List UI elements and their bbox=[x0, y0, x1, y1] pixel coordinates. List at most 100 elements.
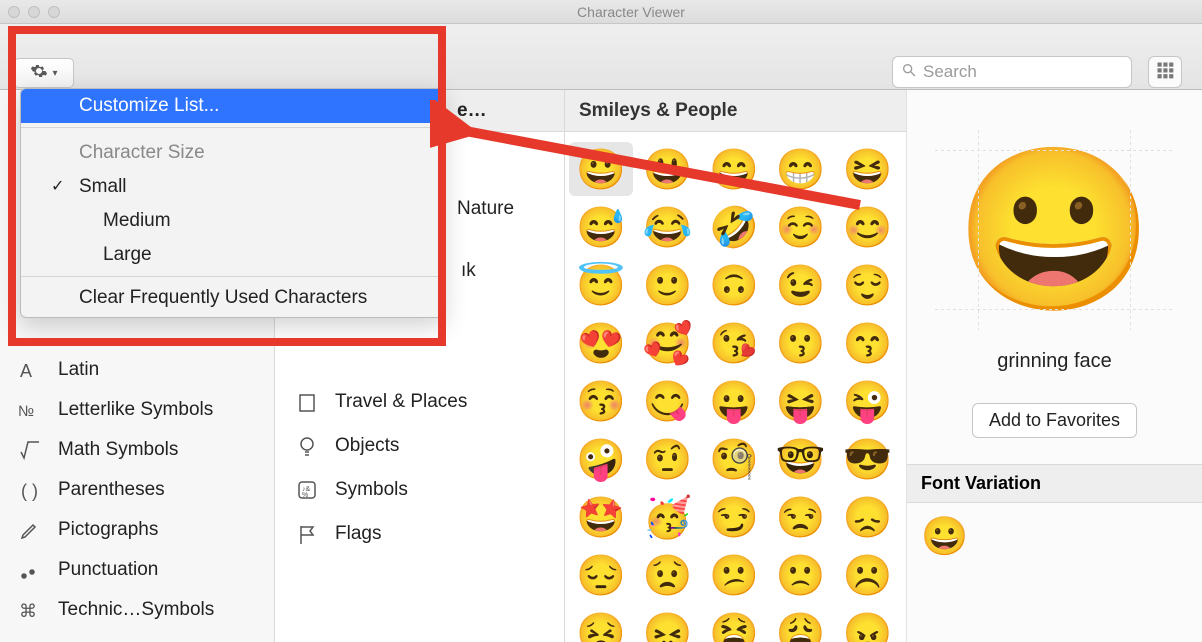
preview-glyph: 😀 bbox=[955, 150, 1154, 310]
emoji-cell[interactable]: 😂 bbox=[636, 200, 700, 254]
font-variation-glyph[interactable]: 😀 bbox=[907, 503, 1202, 571]
emoji-cell[interactable]: 😗 bbox=[769, 316, 833, 370]
svg-text:№: № bbox=[18, 403, 34, 420]
gear-icon bbox=[30, 62, 48, 85]
sidebar-item-technical[interactable]: ⌘ Technic…Symbols bbox=[0, 590, 274, 630]
emoji-cell[interactable]: 😙 bbox=[835, 316, 899, 370]
sidebar-item-punctuation[interactable]: Punctuation bbox=[0, 550, 274, 590]
sidebar-item-latin[interactable]: A Latin bbox=[0, 350, 274, 390]
emoji-cell[interactable]: 🙂 bbox=[636, 258, 700, 312]
emoji-cell[interactable]: 🤪 bbox=[569, 432, 633, 486]
numero-icon: № bbox=[16, 396, 44, 424]
subcategory-flags[interactable]: Flags bbox=[275, 512, 564, 556]
emoji-cell[interactable]: 🤓 bbox=[769, 432, 833, 486]
settings-menu: Customize List... Character Size ✓ Small… bbox=[20, 88, 444, 318]
menu-separator bbox=[21, 276, 443, 277]
dots-icon bbox=[16, 556, 44, 584]
emoji-cell[interactable]: 😞 bbox=[835, 490, 899, 544]
menu-item-medium[interactable]: Medium bbox=[21, 204, 443, 238]
subcategory-label: Objects bbox=[335, 435, 399, 457]
subcategory-travel[interactable]: Travel & Places bbox=[275, 380, 564, 424]
emoji-cell[interactable]: 🙃 bbox=[702, 258, 766, 312]
window-title: Character Viewer bbox=[68, 4, 1194, 20]
emoji-cell[interactable]: 😝 bbox=[769, 374, 833, 428]
search-icon bbox=[901, 62, 917, 83]
header-fragment: e… bbox=[457, 100, 487, 122]
sqrt-icon bbox=[16, 436, 44, 464]
emoji-cell[interactable]: 😇 bbox=[569, 258, 633, 312]
character-name: grinning face bbox=[997, 350, 1112, 373]
emoji-cell[interactable]: 😏 bbox=[702, 490, 766, 544]
emoji-cell[interactable]: 😃 bbox=[636, 142, 700, 196]
settings-menu-button[interactable]: ▾ bbox=[14, 58, 74, 88]
menu-item-small[interactable]: ✓ Small bbox=[21, 170, 443, 204]
symbols-icon: ♪&% bbox=[293, 476, 321, 504]
emoji-cell[interactable]: 🥰 bbox=[636, 316, 700, 370]
minimize-window[interactable] bbox=[28, 6, 40, 18]
svg-text:%: % bbox=[302, 492, 308, 499]
emoji-cell[interactable]: 😍 bbox=[569, 316, 633, 370]
emoji-cell[interactable]: 😩 bbox=[769, 606, 833, 642]
menu-item-large[interactable]: Large bbox=[21, 238, 443, 272]
toggle-compact-button[interactable] bbox=[1148, 56, 1182, 88]
emoji-cell[interactable]: 😉 bbox=[769, 258, 833, 312]
emoji-cell[interactable]: 😛 bbox=[702, 374, 766, 428]
sidebar-item-math[interactable]: Math Symbols bbox=[0, 430, 274, 470]
zoom-window[interactable] bbox=[48, 6, 60, 18]
sidebar-item-label: Latin bbox=[58, 359, 99, 381]
subcategory-objects[interactable]: Objects bbox=[275, 424, 564, 468]
add-to-favorites-button[interactable]: Add to Favorites bbox=[972, 403, 1137, 438]
emoji-cell[interactable]: 😄 bbox=[702, 142, 766, 196]
emoji-cell[interactable]: 😕 bbox=[702, 548, 766, 602]
emoji-cell[interactable]: 😜 bbox=[835, 374, 899, 428]
emoji-cell[interactable]: ☺️ bbox=[769, 200, 833, 254]
emoji-cell[interactable]: 🤩 bbox=[569, 490, 633, 544]
emoji-cell[interactable]: 😀 bbox=[569, 142, 633, 196]
emoji-cell[interactable]: 😠 bbox=[835, 606, 899, 642]
emoji-cell[interactable]: 😟 bbox=[636, 548, 700, 602]
emoji-cell[interactable]: 😎 bbox=[835, 432, 899, 486]
emoji-cell[interactable]: ☹️ bbox=[835, 548, 899, 602]
subcategory-label: Flags bbox=[335, 523, 381, 545]
sidebar-item-label: Technic…Symbols bbox=[58, 599, 214, 621]
search-field[interactable] bbox=[892, 56, 1132, 88]
emoji-cell[interactable]: 😒 bbox=[769, 490, 833, 544]
menu-item-clear-frequent[interactable]: Clear Frequently Used Characters bbox=[21, 281, 443, 315]
emoji-cell[interactable]: 🧐 bbox=[702, 432, 766, 486]
emoji-cell[interactable]: 😚 bbox=[569, 374, 633, 428]
menu-item-customize-list[interactable]: Customize List... bbox=[21, 89, 443, 123]
menu-separator bbox=[21, 127, 443, 128]
close-window[interactable] bbox=[8, 6, 20, 18]
row-fragment-nature: Nature bbox=[457, 198, 514, 220]
emoji-cell[interactable]: 🤨 bbox=[636, 432, 700, 486]
emoji-cell[interactable]: 😔 bbox=[569, 548, 633, 602]
svg-text:A: A bbox=[20, 361, 32, 381]
emoji-cell[interactable]: 😣 bbox=[569, 606, 633, 642]
sidebar-item-parentheses[interactable]: ( ) Parentheses bbox=[0, 470, 274, 510]
emoji-cell[interactable]: 😆 bbox=[835, 142, 899, 196]
chevron-down-icon: ▾ bbox=[52, 68, 57, 79]
emoji-cell[interactable]: 😊 bbox=[835, 200, 899, 254]
sidebar-item-pictographs[interactable]: Pictographs bbox=[0, 510, 274, 550]
bulb-icon bbox=[293, 432, 321, 460]
emoji-cell[interactable]: 😫 bbox=[702, 606, 766, 642]
emoji-cell[interactable]: 🙁 bbox=[769, 548, 833, 602]
emoji-cell[interactable]: 😘 bbox=[702, 316, 766, 370]
emoji-cell[interactable]: 😌 bbox=[835, 258, 899, 312]
emoji-cell[interactable]: 😁 bbox=[769, 142, 833, 196]
svg-text:⌘: ⌘ bbox=[19, 601, 37, 621]
search-input[interactable] bbox=[923, 62, 1123, 82]
emoji-cell[interactable]: 😅 bbox=[569, 200, 633, 254]
emoji-cell[interactable]: 🥳 bbox=[636, 490, 700, 544]
flag-icon bbox=[293, 520, 321, 548]
letter-icon: A bbox=[16, 356, 44, 384]
row-fragment: ık bbox=[461, 260, 476, 282]
sidebar-item-label: Math Symbols bbox=[58, 439, 178, 461]
subcategory-symbols[interactable]: ♪&% Symbols bbox=[275, 468, 564, 512]
emoji-cell[interactable]: 😖 bbox=[636, 606, 700, 642]
emoji-cell[interactable]: 🤣 bbox=[702, 200, 766, 254]
sidebar-item-letterlike[interactable]: № Letterlike Symbols bbox=[0, 390, 274, 430]
emoji-cell[interactable]: 😋 bbox=[636, 374, 700, 428]
subcategory-label: Symbols bbox=[335, 479, 408, 501]
emoji-section-header: Smileys & People bbox=[565, 90, 906, 132]
